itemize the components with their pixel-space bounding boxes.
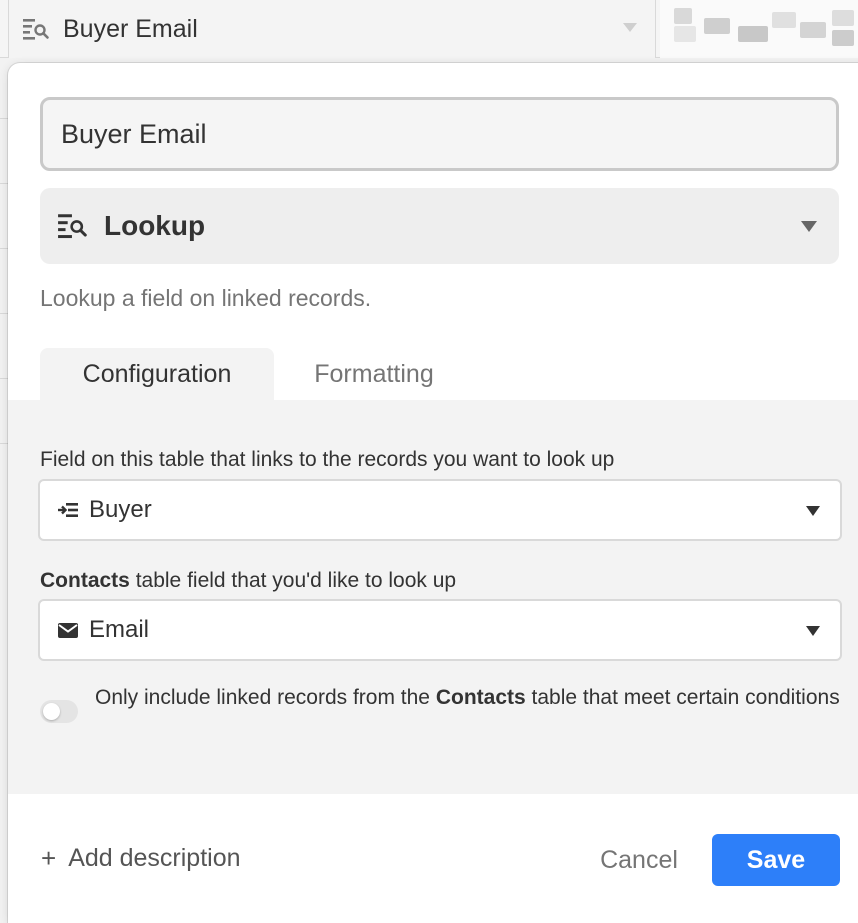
lookup-icon xyxy=(23,19,49,40)
lookup-field-label: Contacts table field that you'd like to … xyxy=(40,569,456,593)
table-name: Contacts xyxy=(40,569,130,592)
lookup-icon xyxy=(58,214,87,239)
add-description-button[interactable]: + Add description xyxy=(41,843,241,874)
plus-icon: + xyxy=(41,843,57,873)
lookup-field-value: Email xyxy=(89,616,150,643)
link-field-label: Field on this table that links to the re… xyxy=(40,448,615,471)
envelope-icon xyxy=(58,623,78,638)
tab-formatting[interactable]: Formatting xyxy=(286,348,462,401)
toggle-knob xyxy=(43,703,60,720)
field-type-description: Lookup a field on linked records. xyxy=(40,285,372,311)
condition-toggle[interactable] xyxy=(40,700,78,723)
add-description-label: Add description xyxy=(68,844,241,872)
lookup-field-select[interactable]: Email xyxy=(38,599,842,661)
configuration-section: Field on this table that links to the re… xyxy=(8,400,858,794)
lookup-field-label-text: table field that you'd like to look up xyxy=(129,569,457,592)
tab-configuration[interactable]: Configuration xyxy=(40,348,274,401)
linked-record-icon xyxy=(58,503,78,517)
condition-toggle-label: Only include linked records from the Con… xyxy=(95,686,840,709)
column-header-title: Buyer Email xyxy=(63,14,198,43)
field-type-label: Lookup xyxy=(104,210,206,241)
field-column-header[interactable]: Buyer Email xyxy=(8,0,656,58)
field-name-input[interactable] xyxy=(40,97,839,171)
link-field-value: Buyer xyxy=(89,496,152,523)
chevron-down-icon xyxy=(806,626,820,636)
cancel-button[interactable]: Cancel xyxy=(583,834,695,886)
chevron-down-icon[interactable] xyxy=(623,23,637,32)
grid-lines xyxy=(0,58,8,904)
chevron-down-icon xyxy=(806,506,820,516)
save-button[interactable]: Save xyxy=(712,834,840,886)
field-type-select[interactable]: Lookup xyxy=(40,188,839,264)
chevron-down-icon xyxy=(801,221,817,232)
blurred-column-header xyxy=(660,0,858,58)
link-field-select[interactable]: Buyer xyxy=(38,479,842,541)
field-config-panel: Lookup Lookup a field on linked records.… xyxy=(8,63,858,923)
column-header-bar: Buyer Email xyxy=(0,0,858,58)
